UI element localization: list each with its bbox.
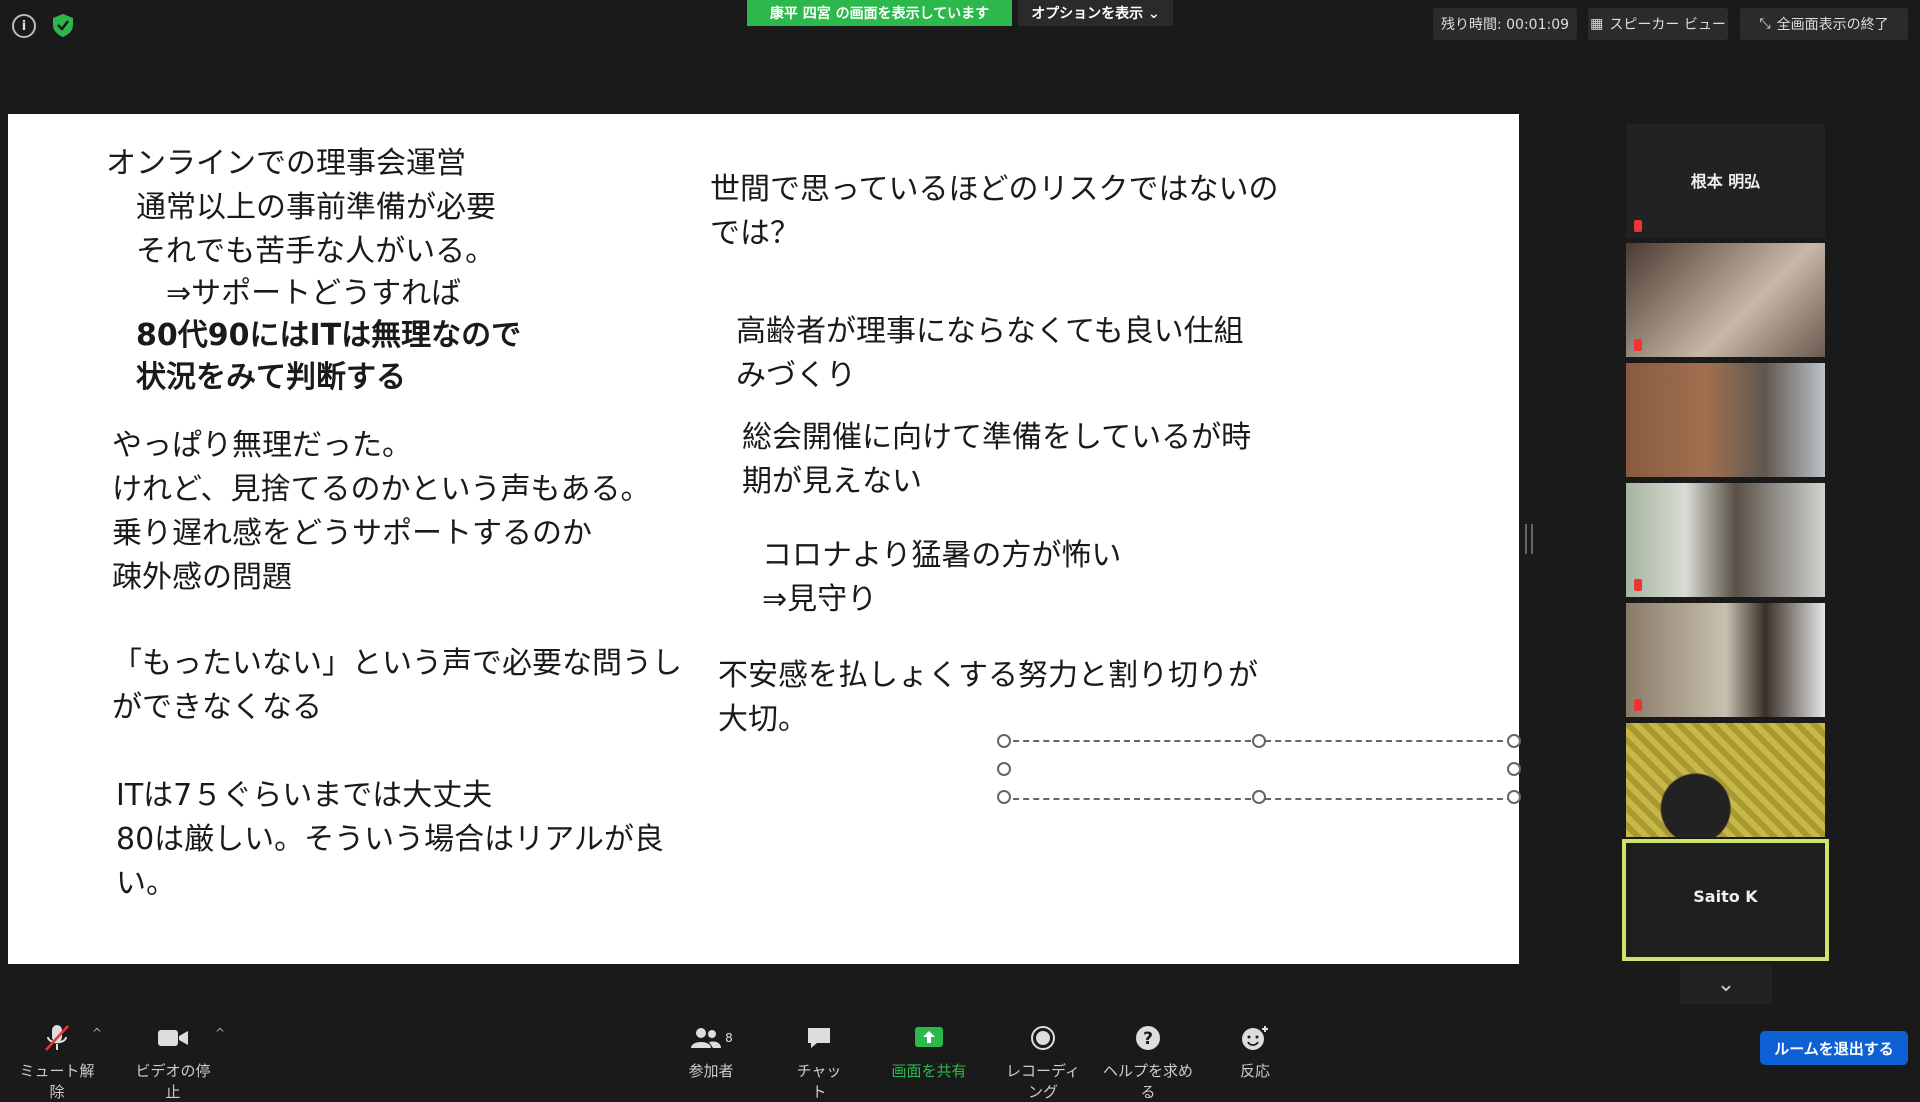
slide-left-line-11: 「もったいない」という声で必要な問うし: [112, 646, 682, 681]
record-icon: [1000, 1020, 1086, 1056]
participant-video-tile[interactable]: [1626, 483, 1825, 597]
slide-left-line-12: ができなくなる: [112, 690, 322, 725]
ask-for-help-label: ヘルプを求める: [1102, 1062, 1193, 1101]
stop-video-button[interactable]: ビデオの停止: [130, 1020, 216, 1102]
slide-left-line-7: やっぱり無理だった。: [112, 428, 412, 463]
slide-right-line-7: コロナより猛暑の方が怖い: [762, 538, 1122, 573]
exit-fullscreen-button[interactable]: ⤡ 全画面表示の終了: [1740, 8, 1908, 40]
slide-left-line-5: 80代90にはITは無理なので: [106, 318, 522, 353]
stop-video-label: ビデオの停止: [135, 1062, 211, 1101]
slide-left-line-8: けれど、見捨てるのかという声もある。: [112, 472, 651, 507]
muted-mic-icon: [1634, 220, 1642, 232]
smiley-icon: [1234, 1020, 1276, 1056]
screen-share-banner: 康平 四宮 の画面を表示しています: [747, 0, 1012, 26]
slide-right-line-2: では？: [710, 216, 800, 251]
resize-handle[interactable]: [1507, 762, 1521, 776]
ask-for-help-button[interactable]: ? ヘルプを求める: [1102, 1020, 1194, 1102]
help-question-icon: ?: [1102, 1020, 1194, 1056]
slide-right-line-4: みづくり: [736, 358, 856, 393]
collapse-icon: ⤡: [1759, 16, 1771, 32]
slide-right-line-9: 不安感を払しょくする努力と割り切りが: [718, 658, 1258, 693]
slide-right-line-8: ⇒見守り: [762, 582, 878, 617]
video-options-caret[interactable]: ^: [215, 1026, 225, 1040]
slide-right-line-3: 高齢者が理事にならなくても良い仕組: [736, 314, 1244, 349]
unmute-label: ミュート解除: [19, 1062, 95, 1101]
time-remaining: 残り時間: 00:01:09: [1433, 8, 1577, 40]
grid-icon: ▦: [1590, 16, 1604, 32]
svg-text:?: ?: [1143, 1029, 1153, 1049]
resize-handle[interactable]: [1507, 734, 1521, 748]
slide-left-line-13: ITは7５ぐらいまでは大丈夫: [116, 778, 493, 813]
security-shield-icon[interactable]: [50, 12, 76, 38]
chat-bubble-icon: [794, 1020, 844, 1056]
record-label: レコーディング: [1006, 1062, 1080, 1101]
resize-handle[interactable]: [997, 734, 1011, 748]
participant-name: 根本 明弘: [1690, 172, 1761, 191]
participants-count: 8: [725, 1031, 733, 1045]
reactions-button[interactable]: 反応: [1234, 1020, 1276, 1081]
resize-handle[interactable]: [1252, 790, 1266, 804]
participant-name: Saito K: [1693, 887, 1758, 906]
participant-tile-active-speaker[interactable]: Saito K: [1622, 839, 1829, 961]
panel-resize-divider[interactable]: [1525, 524, 1533, 554]
slide-left-line-14: 80は厳しい。そういう場合はリアルが良: [116, 822, 664, 857]
slide-right-line-10: 大切。: [718, 702, 808, 737]
speaker-view-button[interactable]: ▦ スピーカー ビュー: [1588, 8, 1728, 40]
share-screen-label: 画面を共有: [891, 1062, 967, 1080]
participant-video-tile[interactable]: [1626, 243, 1825, 357]
participant-video-tile[interactable]: [1626, 603, 1825, 717]
slide-right-line-1: 世間で思っているほどのリスクではないの: [710, 172, 1279, 207]
slide-left-line-10: 疎外感の問題: [112, 560, 292, 595]
unmute-button[interactable]: ミュート解除: [14, 1020, 100, 1102]
muted-mic-icon: [1634, 699, 1642, 711]
info-icon[interactable]: i: [12, 14, 36, 38]
leave-room-button[interactable]: ルームを退出する: [1760, 1031, 1908, 1065]
participant-video-tile[interactable]: [1626, 723, 1825, 837]
slide-right-line-5: 総会開催に向けて準備をしているが時: [742, 420, 1252, 455]
resize-handle[interactable]: [1507, 790, 1521, 804]
slide-left-line-9: 乗り遅れ感をどうサポートするのか: [112, 516, 592, 551]
resize-handle[interactable]: [997, 790, 1011, 804]
gallery-scroll-down-button[interactable]: ⌄: [1680, 964, 1772, 1004]
time-remaining-label: 残り時間: 00:01:09: [1440, 17, 1570, 33]
participants-icon: 8: [686, 1020, 736, 1056]
participant-video-tile[interactable]: [1626, 363, 1825, 477]
resize-handle[interactable]: [1252, 734, 1266, 748]
video-camera-icon: [130, 1020, 216, 1056]
slide-right-line-6: 期が見えない: [742, 464, 922, 499]
share-screen-button[interactable]: 画面を共有: [888, 1020, 970, 1081]
reactions-label: 反応: [1239, 1062, 1270, 1080]
audio-options-caret[interactable]: ^: [92, 1026, 102, 1040]
resize-handle[interactable]: [997, 762, 1011, 776]
slide-left-line-15: い。: [116, 866, 176, 901]
participants-label: 参加者: [688, 1062, 734, 1080]
shared-screen-slide: オンラインでの理事会運営 通常以上の事前準備が必要 それでも苦手な人がいる。 ⇒…: [8, 114, 1521, 964]
muted-mic-icon: [1634, 339, 1642, 351]
participant-tile[interactable]: 根本 明弘: [1626, 124, 1825, 238]
mic-muted-icon: [14, 1020, 100, 1056]
exit-fullscreen-label: 全画面表示の終了: [1776, 17, 1889, 33]
participants-button[interactable]: 8 参加者: [686, 1020, 736, 1081]
chat-button[interactable]: チャット: [794, 1020, 844, 1102]
slide-left-line-4: ⇒サポートどうすれば: [106, 276, 462, 311]
view-options-button[interactable]: オプションを表示 ⌄: [1018, 0, 1173, 26]
record-button[interactable]: レコーディング: [1000, 1020, 1086, 1102]
slide-left-line-3: それでも苦手な人がいる。: [106, 234, 496, 269]
share-screen-icon: [888, 1020, 970, 1056]
speaker-view-label: スピーカー ビュー: [1609, 17, 1726, 33]
chat-label: チャット: [796, 1062, 842, 1101]
muted-mic-icon: [1634, 579, 1642, 591]
slide-left-line-1: オンラインでの理事会運営: [106, 146, 466, 181]
slide-left-line-2: 通常以上の事前準備が必要: [106, 190, 496, 225]
slide-left-line-6: 状況をみて判断する: [106, 360, 406, 395]
